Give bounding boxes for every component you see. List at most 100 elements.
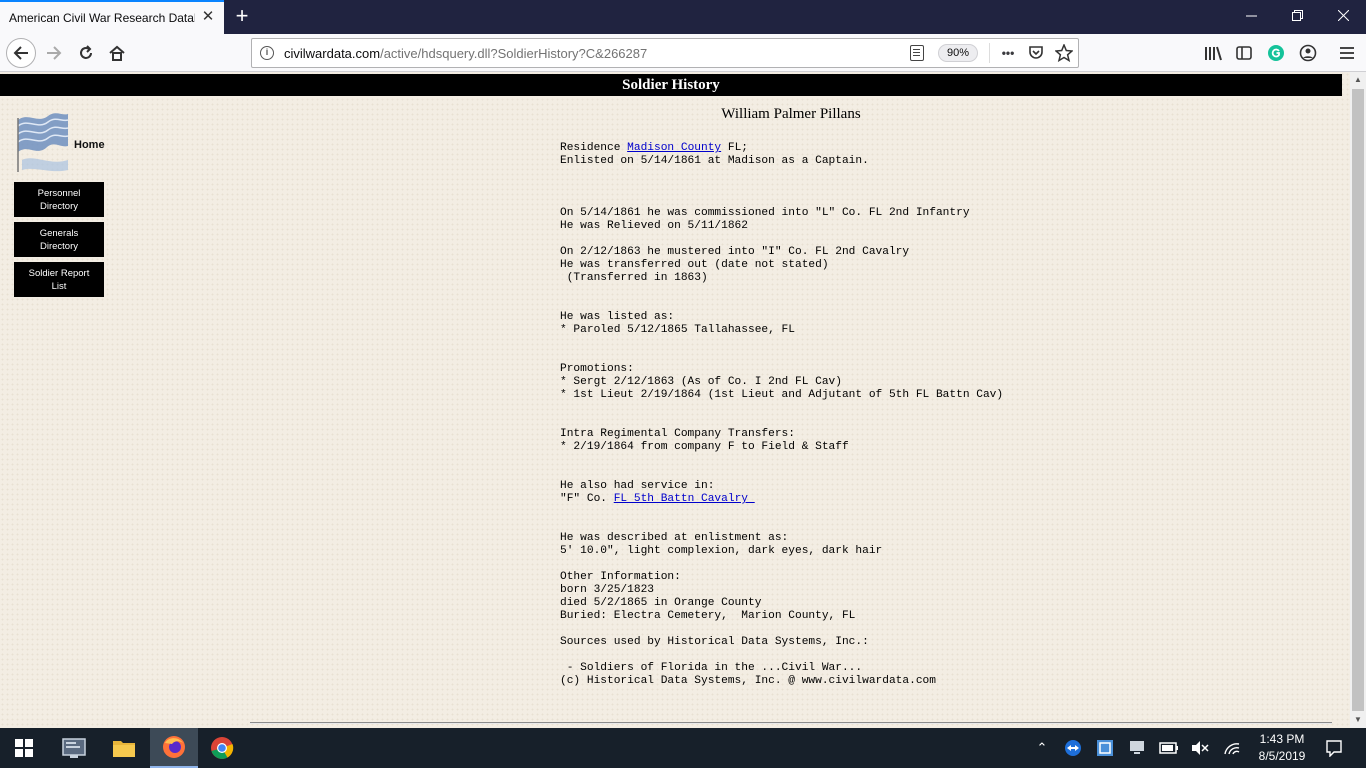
new-tab-button[interactable]: + — [229, 3, 255, 29]
teamviewer-tray-icon[interactable] — [1063, 738, 1083, 758]
list-item: * Sergt 2/12/1863 (As of Co. I 2nd FL Ca… — [560, 376, 842, 388]
reload-button[interactable] — [72, 39, 100, 67]
show-hidden-icons-chevron-icon[interactable]: ⌃ — [1032, 738, 1052, 758]
bookmark-star-button[interactable] — [1054, 43, 1074, 63]
library-button[interactable] — [1199, 39, 1227, 67]
hamburger-menu-icon — [1340, 47, 1354, 59]
display-tray-icon[interactable] — [1127, 738, 1147, 758]
volume-muted-icon[interactable] — [1190, 738, 1210, 758]
info-text: Buried: Electra Cemetery, Marion County,… — [560, 610, 856, 622]
residence-prefix: Residence — [560, 142, 628, 154]
sidebar-icon — [1236, 46, 1252, 60]
account-button[interactable] — [1294, 39, 1322, 67]
scroll-down-arrow-icon[interactable]: ▼ — [1350, 712, 1366, 728]
restore-window-button[interactable] — [1274, 0, 1320, 34]
windows-logo-icon — [15, 739, 33, 757]
menu-button[interactable] — [1333, 39, 1361, 67]
soldier-name-title: William Palmer Pillans — [721, 106, 861, 122]
taskbar-app-file-browser[interactable] — [50, 728, 98, 768]
tab-title: American Civil War Research Database — [9, 11, 195, 25]
residence-suffix: FL; — [721, 142, 748, 154]
info-icon[interactable]: i — [260, 46, 274, 60]
residence-county-link[interactable]: Madison County — [627, 142, 721, 154]
scroll-up-arrow-icon[interactable]: ▲ — [1350, 72, 1366, 88]
section-heading: He also had service in: — [560, 480, 715, 492]
section-heading: He was described at enlistment as: — [560, 532, 789, 544]
url-text[interactable]: civilwardata.com/active/hdsquery.dll?Sol… — [284, 46, 647, 61]
zoom-level-badge[interactable]: 90% — [938, 44, 978, 62]
close-icon — [1337, 9, 1349, 22]
pocket-icon — [1029, 46, 1043, 59]
scroll-thumb[interactable] — [1352, 89, 1364, 711]
taskbar-app-chrome[interactable] — [198, 728, 246, 768]
address-bar[interactable]: i civilwardata.com/active/hdsquery.dll?S… — [251, 38, 1079, 68]
page-actions-icon[interactable]: ••• — [998, 43, 1018, 63]
source-text: - Soldiers of Florida in the ...Civil Wa… — [560, 662, 863, 674]
star-icon — [1054, 43, 1074, 63]
flag-logo-icon[interactable] — [14, 110, 72, 174]
navigation-toolbar: i civilwardata.com/active/hdsquery.dll?S… — [0, 34, 1366, 72]
service-text: He was Relieved on 5/11/1862 — [560, 220, 748, 232]
section-heading: Intra Regimental Company Transfers: — [560, 428, 795, 440]
unit-link[interactable]: FL 5th Battn Cavalry — [614, 493, 755, 505]
taskbar: ⌃ 1:43 PM 8/5/2019 — [0, 728, 1366, 768]
browser-tab-active[interactable]: American Civil War Research Database ✕ — [0, 0, 224, 34]
start-button[interactable] — [0, 728, 48, 768]
reader-view-icon[interactable] — [910, 45, 924, 61]
taskbar-app-firefox[interactable] — [150, 728, 198, 768]
tab-strip: American Civil War Research Database ✕ + — [0, 0, 1366, 34]
sidebar-button[interactable] — [1230, 39, 1258, 67]
close-window-button[interactable] — [1320, 0, 1366, 34]
page-content: Soldier History Home Personnel Directory… — [0, 72, 1350, 728]
back-button[interactable] — [6, 38, 36, 68]
monitor-app-icon — [62, 738, 86, 758]
service-text: (Transferred in 1863) — [560, 272, 708, 284]
service-text: On 2/12/1863 he mustered into "I" Co. FL… — [560, 246, 910, 258]
close-tab-icon[interactable]: ✕ — [199, 8, 217, 26]
divider — [989, 43, 990, 63]
wifi-icon[interactable] — [1222, 738, 1242, 758]
company-prefix: "F" Co. — [560, 493, 614, 505]
page-header-bar: Soldier History — [0, 74, 1342, 96]
library-icon — [1205, 46, 1222, 61]
service-text: On 5/14/1861 he was commissioned into "L… — [560, 207, 970, 219]
url-path: /active/hdsquery.dll?SoldierHistory?C&26… — [380, 46, 648, 61]
url-domain: civilwardata.com — [284, 46, 381, 61]
home-button[interactable] — [103, 39, 131, 67]
section-heading: Other Information: — [560, 571, 681, 583]
vertical-scrollbar[interactable]: ▲ ▼ — [1350, 72, 1366, 728]
taskbar-app-file-explorer[interactable] — [100, 728, 148, 768]
system-clock[interactable]: 1:43 PM 8/5/2019 — [1250, 731, 1314, 765]
grammarly-extension-button[interactable] — [1262, 39, 1290, 67]
info-text: born 3/25/1823 — [560, 584, 654, 596]
section-heading: Promotions: — [560, 363, 634, 375]
action-center-notification-icon[interactable] — [1324, 738, 1344, 758]
arrow-right-icon — [47, 46, 62, 60]
description-text: 5' 10.0", light complexion, dark eyes, d… — [560, 545, 883, 557]
soldier-report-list-button[interactable]: Soldier Report List — [14, 262, 104, 297]
network-app-tray-icon[interactable] — [1095, 738, 1115, 758]
battery-icon[interactable] — [1159, 738, 1179, 758]
list-item: * 1st Lieut 2/19/1864 (1st Lieut and Adj… — [560, 389, 1004, 401]
generals-directory-button[interactable]: Generals Directory — [14, 222, 104, 257]
list-item: * Paroled 5/12/1865 Tallahassee, FL — [560, 324, 795, 336]
personnel-directory-button[interactable]: Personnel Directory — [14, 182, 104, 217]
firefox-icon — [163, 736, 185, 758]
grammarly-icon — [1268, 45, 1284, 61]
home-link[interactable]: Home — [74, 139, 105, 151]
minimize-icon — [1245, 15, 1257, 17]
service-text: He was transferred out (date not stated) — [560, 259, 829, 271]
reload-icon — [80, 45, 92, 59]
forward-button[interactable] — [40, 39, 68, 67]
section-heading: He was listed as: — [560, 311, 675, 323]
minimize-window-button[interactable] — [1228, 0, 1274, 34]
horizontal-rule — [250, 722, 1332, 724]
clock-date: 8/5/2019 — [1258, 749, 1306, 763]
pocket-button[interactable] — [1026, 43, 1046, 63]
chrome-icon — [211, 737, 234, 759]
enlistment-text: Enlisted on 5/14/1861 at Madison as a Ca… — [560, 155, 869, 167]
arrow-left-icon — [13, 46, 28, 60]
section-heading: Sources used by Historical Data Systems,… — [560, 636, 869, 648]
clock-time: 1:43 PM — [1259, 732, 1305, 746]
info-text: died 5/2/1865 in Orange County — [560, 597, 762, 609]
